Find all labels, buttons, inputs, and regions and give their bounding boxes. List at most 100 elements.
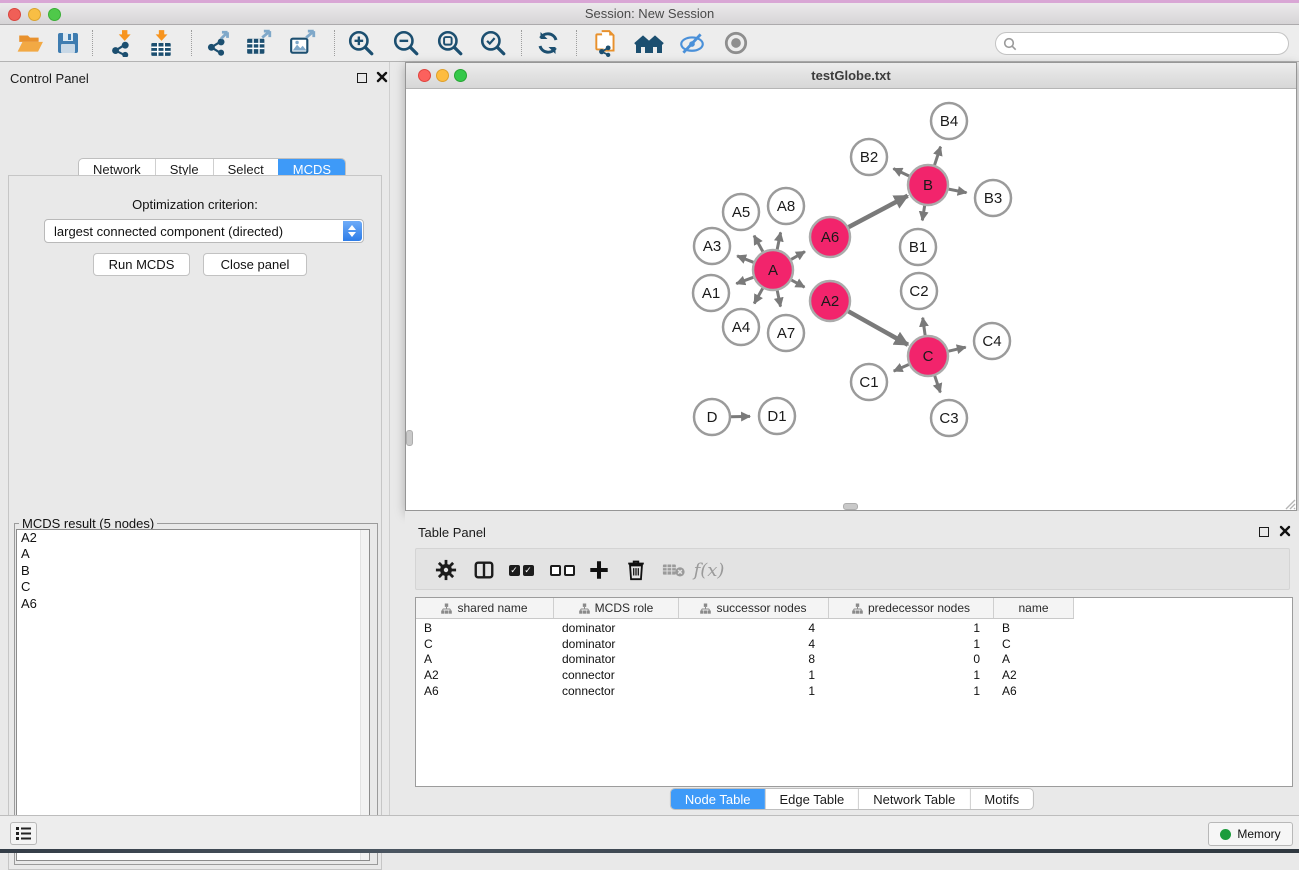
show-details-button[interactable] — [719, 26, 753, 60]
column-header-predecessor-nodes[interactable]: predecessor nodes — [829, 598, 994, 618]
open-file-button[interactable] — [13, 26, 47, 60]
table-row[interactable]: A2connector11A2 — [416, 667, 1292, 683]
edge-A-A3[interactable] — [737, 256, 753, 262]
network-canvas[interactable]: A5A8A3A6AA1A4A7A2B2B4BB3B1C2CC4C1C3DD1 — [406, 89, 1296, 510]
node-B3[interactable]: B3 — [975, 180, 1011, 216]
mcds-result-item[interactable]: C — [17, 579, 369, 595]
tab-node-table[interactable]: Node Table — [671, 789, 765, 809]
mcds-result-item[interactable]: A6 — [17, 596, 369, 612]
home-views-button[interactable] — [632, 26, 666, 60]
edge-A6-B[interactable] — [849, 196, 908, 227]
save-session-button[interactable] — [51, 26, 85, 60]
close-panel-icon[interactable] — [376, 71, 388, 83]
table-row[interactable]: Bdominator41B — [416, 620, 1292, 636]
run-mcds-button[interactable]: Run MCDS — [93, 253, 190, 276]
node-C4[interactable]: C4 — [974, 323, 1010, 359]
mcds-result-list[interactable]: A2ABCA6 — [16, 529, 370, 861]
node-A7[interactable]: A7 — [768, 315, 804, 351]
export-image-button[interactable] — [286, 26, 320, 60]
float-panel-icon[interactable] — [1259, 527, 1269, 537]
zoom-fit-content-button[interactable] — [433, 26, 467, 60]
edge-C-C4[interactable] — [948, 347, 965, 351]
node-D[interactable]: D — [694, 399, 730, 435]
add-column-button[interactable] — [582, 553, 616, 587]
node-B4[interactable]: B4 — [931, 103, 967, 139]
import-table-button[interactable] — [144, 26, 178, 60]
search-box[interactable] — [995, 32, 1289, 55]
mcds-result-item[interactable]: A2 — [17, 530, 369, 546]
column-header-MCDS-role[interactable]: MCDS role — [554, 598, 679, 618]
table-settings-button[interactable] — [429, 553, 463, 587]
edge-A-A4[interactable] — [754, 288, 763, 303]
edge-A-A7[interactable] — [777, 291, 780, 307]
import-network-button[interactable] — [105, 26, 139, 60]
function-builder-button[interactable]: f(x) — [692, 553, 726, 587]
close-panel-icon[interactable] — [1279, 525, 1291, 537]
node-A1[interactable]: A1 — [693, 275, 729, 311]
node-table[interactable]: shared nameMCDS rolesuccessor nodesprede… — [415, 597, 1293, 787]
node-A5[interactable]: A5 — [723, 194, 759, 230]
edge-A-A1[interactable] — [736, 277, 753, 283]
edge-B-B4[interactable] — [935, 147, 941, 165]
network-vertical-scrollbar-thumb[interactable] — [406, 430, 413, 446]
table-row[interactable]: Cdominator41C — [416, 636, 1292, 652]
delete-column-button[interactable] — [619, 553, 653, 587]
node-A6[interactable]: A6 — [810, 217, 850, 257]
node-C3[interactable]: C3 — [931, 400, 967, 436]
show-all-columns-button[interactable]: ✓✓ — [504, 553, 538, 587]
tab-network-table[interactable]: Network Table — [858, 789, 969, 809]
edge-B-B2[interactable] — [893, 169, 909, 176]
float-panel-icon[interactable] — [357, 73, 367, 83]
network-window-titlebar[interactable]: testGlobe.txt — [406, 63, 1296, 89]
network-graph[interactable]: A5A8A3A6AA1A4A7A2B2B4BB3B1C2CC4C1C3DD1 — [406, 89, 1296, 510]
node-A2[interactable]: A2 — [810, 281, 850, 321]
export-table-button[interactable] — [242, 26, 276, 60]
node-C[interactable]: C — [908, 336, 948, 376]
split-table-view-button[interactable] — [467, 553, 501, 587]
node-B1[interactable]: B1 — [900, 229, 936, 265]
table-row[interactable]: A6connector11A6 — [416, 683, 1292, 699]
node-D1[interactable]: D1 — [759, 398, 795, 434]
node-A4[interactable]: A4 — [723, 309, 759, 345]
network-horizontal-scrollbar-thumb[interactable] — [843, 503, 858, 510]
node-A3[interactable]: A3 — [694, 228, 730, 264]
node-A8[interactable]: A8 — [768, 188, 804, 224]
close-panel-button[interactable]: Close panel — [203, 253, 307, 276]
table-row[interactable]: Adominator80A — [416, 652, 1292, 668]
edge-A-A8[interactable] — [777, 232, 780, 249]
export-network-button[interactable] — [203, 26, 237, 60]
node-C2[interactable]: C2 — [901, 273, 937, 309]
optimization-criterion-select[interactable]: largest connected component (directed) — [44, 219, 364, 243]
column-header-successor-nodes[interactable]: successor nodes — [679, 598, 829, 618]
mcds-result-item[interactable]: B — [17, 563, 369, 579]
node-B2[interactable]: B2 — [851, 139, 887, 175]
column-header-shared-name[interactable]: shared name — [416, 598, 554, 618]
list-scrollbar-track[interactable] — [360, 530, 369, 860]
edge-A-A5[interactable] — [754, 236, 763, 252]
search-input[interactable] — [1017, 37, 1288, 51]
edge-C-C1[interactable] — [894, 364, 909, 371]
hide-all-columns-button[interactable] — [545, 553, 579, 587]
clone-network-button[interactable] — [589, 26, 623, 60]
zoom-selected-button[interactable] — [476, 26, 510, 60]
tab-motifs[interactable]: Motifs — [969, 789, 1033, 809]
node-B[interactable]: B — [908, 165, 948, 205]
refresh-view-button[interactable] — [531, 26, 565, 60]
node-A[interactable]: A — [753, 250, 793, 290]
edge-C-C3[interactable] — [935, 376, 941, 393]
hide-details-button[interactable] — [675, 26, 709, 60]
zoom-in-button[interactable] — [344, 26, 378, 60]
status-menu-button[interactable] — [10, 822, 37, 845]
memory-button[interactable]: Memory — [1208, 822, 1293, 846]
edge-B-B1[interactable] — [922, 206, 924, 221]
mcds-result-item[interactable]: A — [17, 546, 369, 562]
zoom-out-button[interactable] — [389, 26, 423, 60]
edge-C-C2[interactable] — [923, 318, 925, 335]
delete-table-button[interactable] — [657, 553, 691, 587]
edge-A2-C[interactable] — [848, 311, 908, 344]
column-header-name[interactable]: name — [994, 598, 1074, 618]
edge-A-A6[interactable] — [791, 252, 805, 260]
window-resize-grip[interactable] — [1282, 496, 1296, 510]
tab-edge-table[interactable]: Edge Table — [764, 789, 858, 809]
edge-B-B3[interactable] — [949, 189, 967, 193]
